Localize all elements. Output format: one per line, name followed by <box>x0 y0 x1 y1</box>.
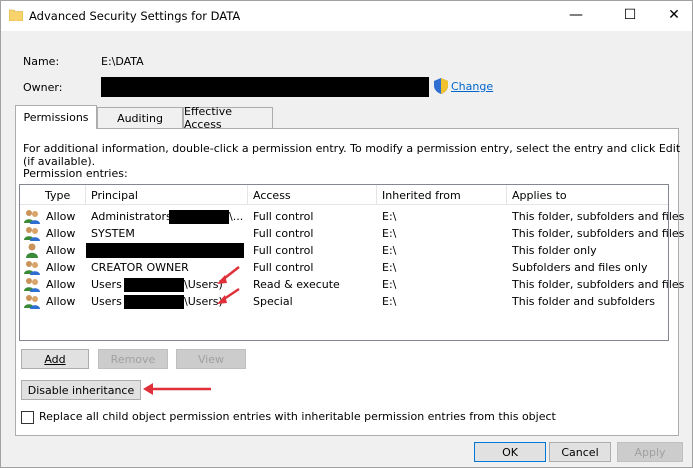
column-type-label: Type <box>45 188 71 202</box>
column-principal-label: Principal <box>91 188 138 202</box>
info-text: For additional information, double-click… <box>23 142 681 168</box>
disable-inheritance-label: Disable inheritance <box>27 383 135 397</box>
tab-effective-access[interactable]: Effective Access <box>183 105 273 131</box>
column-access-label: Access <box>253 188 291 202</box>
cancel-button[interactable]: Cancel <box>549 442 611 462</box>
annotation-arrow-icon <box>143 383 211 395</box>
list-header: Type Principal Access Inherited from App… <box>20 185 668 205</box>
users-group-icon <box>24 295 40 309</box>
users-group-icon <box>24 227 40 241</box>
row-type: Allow <box>46 227 76 240</box>
replace-child-permissions-label: Replace all child object permission entr… <box>39 410 556 423</box>
row-principal: CREATOR OWNER <box>91 261 189 274</box>
table-row[interactable]: Allow Users ( \Users) Read & execute E:\… <box>20 276 684 293</box>
table-row[interactable]: Allow Users ( \Users) Special E:\ This f… <box>20 293 668 310</box>
principal-redaction <box>86 243 244 258</box>
remove-button-label: Remove <box>110 352 156 366</box>
table-row[interactable]: Allow Administrators ( \... Full control… <box>20 208 684 225</box>
annotation-arrow-icon <box>217 266 240 304</box>
row-inherited: E:\ <box>382 295 397 308</box>
tab-permissions[interactable]: Permissions <box>15 105 97 129</box>
close-button[interactable]: ✕ <box>651 1 693 29</box>
owner-redaction <box>101 77 429 97</box>
title-bar[interactable]: Advanced Security Settings for DATA — ☐ … <box>1 1 692 31</box>
view-button[interactable]: View <box>176 349 246 369</box>
row-access: Full control <box>253 210 314 223</box>
column-applies-label: Applies to <box>512 188 567 202</box>
table-row[interactable]: Allow Full control E:\ This folder only <box>20 242 668 259</box>
minimize-icon: — <box>569 7 583 23</box>
tab-auditing-label: Auditing <box>117 111 163 125</box>
column-access[interactable]: Access <box>248 185 377 205</box>
remove-button[interactable]: Remove <box>98 349 168 369</box>
row-principal: Administrators ( <box>91 210 180 223</box>
row-type: Allow <box>46 278 76 291</box>
ok-button[interactable]: OK <box>474 442 546 462</box>
tab-permissions-label: Permissions <box>23 111 89 124</box>
permission-entries-label: Permission entries: <box>23 167 128 180</box>
row-type: Allow <box>46 295 76 308</box>
user-icon <box>26 243 38 258</box>
apply-button-label: Apply <box>634 445 666 459</box>
security-settings-window: Advanced Security Settings for DATA — ☐ … <box>0 0 693 468</box>
disable-inheritance-button[interactable]: Disable inheritance <box>21 380 141 400</box>
table-row[interactable]: Allow CREATOR OWNER Full control E:\ Sub… <box>20 259 668 276</box>
cancel-button-label: Cancel <box>561 445 599 459</box>
permission-entries-list[interactable]: Type Principal Access Inherited from App… <box>19 184 684 341</box>
table-row[interactable]: Allow SYSTEM Full control E:\ This folde… <box>20 225 684 242</box>
row-type: Allow <box>46 210 76 223</box>
column-applies-to[interactable]: Applies to <box>507 185 668 205</box>
maximize-icon: ☐ <box>623 7 637 23</box>
window-title: Advanced Security Settings for DATA <box>29 9 241 23</box>
row-applies: This folder and subfolders <box>512 295 655 308</box>
row-access: Special <box>253 295 293 308</box>
row-inherited: E:\ <box>382 244 397 257</box>
row-applies: This folder, subfolders and files <box>512 227 685 240</box>
apply-button[interactable]: Apply <box>617 442 683 462</box>
row-inherited: E:\ <box>382 261 397 274</box>
ok-button-label: OK <box>502 445 518 459</box>
add-button[interactable]: Add <box>21 349 89 369</box>
row-inherited: E:\ <box>382 210 397 223</box>
row-type: Allow <box>46 261 76 274</box>
replace-child-permissions-checkbox[interactable] <box>21 411 34 424</box>
minimize-button[interactable]: — <box>553 1 599 29</box>
principal-redaction <box>124 278 184 292</box>
row-access: Full control <box>253 244 314 257</box>
row-inherited: E:\ <box>382 278 397 291</box>
row-applies: This folder only <box>512 244 597 257</box>
close-icon: ✕ <box>668 7 680 23</box>
tab-auditing[interactable]: Auditing <box>97 107 183 129</box>
name-label: Name: <box>23 55 60 68</box>
folder-icon <box>9 9 23 21</box>
users-group-icon <box>24 278 40 292</box>
row-applies: This folder, subfolders and files <box>512 210 685 223</box>
name-value: E:\DATA <box>101 55 144 68</box>
principal-redaction <box>124 295 184 309</box>
row-access: Read & execute <box>253 278 340 291</box>
row-access: Full control <box>253 261 314 274</box>
add-button-label: Add <box>44 352 66 366</box>
column-type[interactable]: Type <box>40 185 86 205</box>
row-applies: This folder, subfolders and files <box>512 278 685 291</box>
change-owner-link[interactable]: Change <box>451 80 493 93</box>
principal-redaction <box>169 210 229 224</box>
row-principal: SYSTEM <box>91 227 135 240</box>
owner-label: Owner: <box>23 81 63 94</box>
users-group-icon <box>24 210 40 224</box>
row-access: Full control <box>253 227 314 240</box>
row-applies: Subfolders and files only <box>512 261 648 274</box>
row-principal-suffix: \... <box>229 210 244 223</box>
column-inherited-label: Inherited from <box>382 188 461 202</box>
users-group-icon <box>24 261 40 275</box>
row-inherited: E:\ <box>382 227 397 240</box>
maximize-button[interactable]: ☐ <box>607 1 653 29</box>
column-principal[interactable]: Principal <box>86 185 248 205</box>
row-type: Allow <box>46 244 76 257</box>
view-button-label: View <box>197 352 225 366</box>
column-inherited-from[interactable]: Inherited from <box>377 185 507 205</box>
shield-icon <box>434 78 448 94</box>
